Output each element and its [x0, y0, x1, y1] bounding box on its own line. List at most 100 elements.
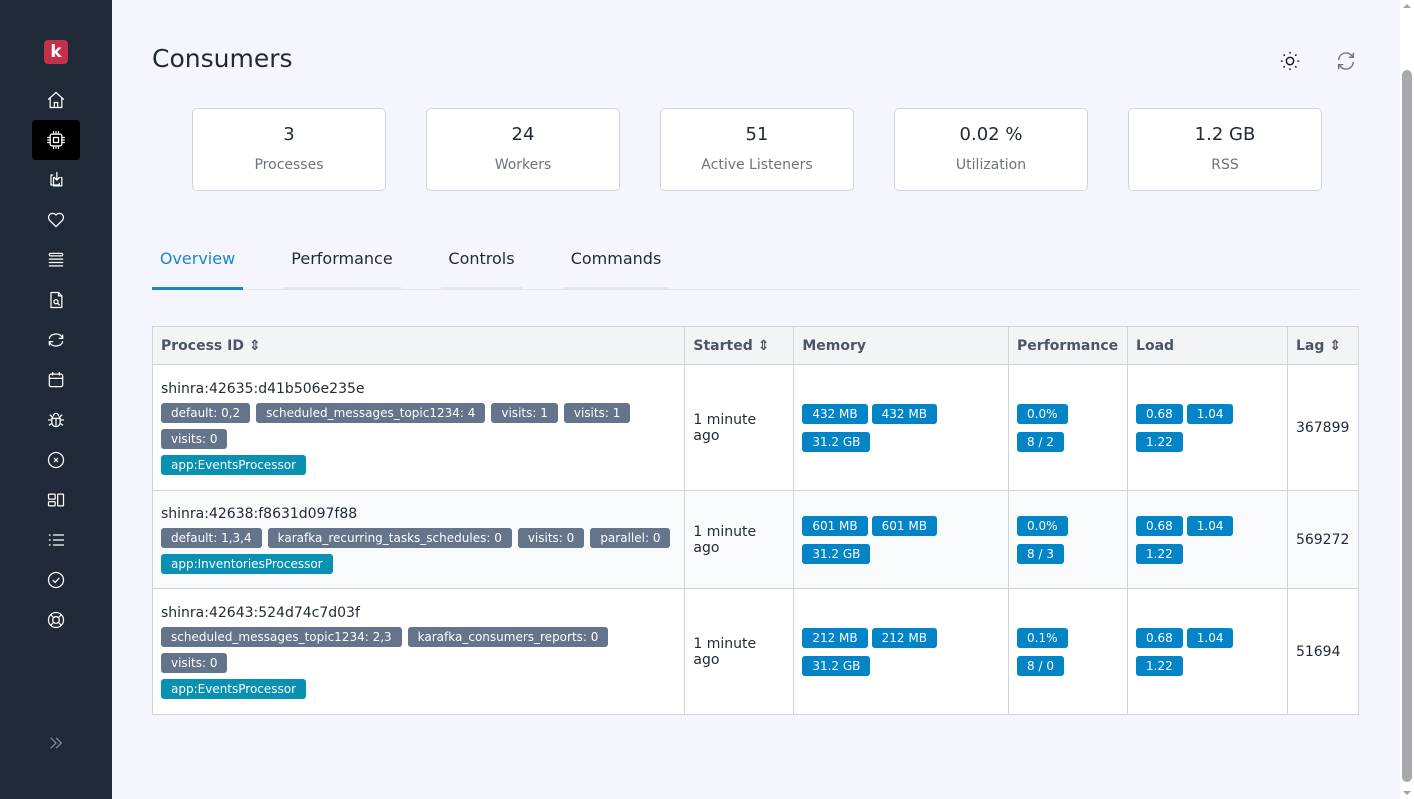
- subscription-badge: parallel: 0: [590, 527, 671, 548]
- processes-table: Process ID ⇕ Started ⇕ Memory Performanc…: [151, 326, 1360, 715]
- expand-sidebar-button[interactable]: [44, 731, 68, 755]
- subscription-badge: visits: 0: [161, 428, 228, 449]
- header-actions: [1277, 48, 1359, 74]
- sidebar-item-jobs[interactable]: [32, 160, 80, 200]
- sidebar-item-support[interactable]: [32, 600, 80, 640]
- tab-overview[interactable]: Overview: [152, 240, 243, 290]
- started-cell: 1 minute ago: [684, 364, 795, 491]
- table-row: shinra:42635:d41b506e235e default: 0,2 s…: [151, 364, 1360, 491]
- process-id-link[interactable]: shinra:42643:524d74c7d03f: [161, 605, 676, 621]
- sidebar-item-cluster[interactable]: [32, 480, 80, 520]
- column-header-load: Load: [1127, 326, 1288, 365]
- stat-value: 0.02 %: [959, 124, 1023, 145]
- memory-badge: 432 MB: [871, 403, 937, 424]
- theme-toggle-button[interactable]: [1277, 48, 1303, 74]
- stat-label: Workers: [494, 157, 552, 173]
- heart-icon: [47, 212, 65, 228]
- subscription-badge: visits: 1: [491, 402, 558, 423]
- subscription-badge: visits: 1: [563, 402, 631, 423]
- column-header-memory: Memory: [793, 326, 1010, 365]
- load-badge: 1.04: [1186, 515, 1234, 536]
- lag-cell: 569272: [1286, 490, 1360, 589]
- utilization-badge: 0.0%: [1017, 403, 1068, 424]
- karafka-logo[interactable]: k: [44, 40, 68, 64]
- threads-badge: 8 / 3: [1017, 543, 1064, 564]
- sidebar-item-scheduled-messages[interactable]: [32, 360, 80, 400]
- subscription-badge: scheduled_messages_topic1234: 2,3: [161, 626, 402, 647]
- stats-row: 3 Processes 24 Workers 51 Active Listene…: [192, 108, 1322, 191]
- subscription-badge: default: 0,2: [161, 402, 251, 423]
- column-header-performance: Performance: [1008, 326, 1129, 365]
- process-id-link[interactable]: shinra:42635:d41b506e235e: [161, 381, 676, 397]
- sidebar-item-consumers[interactable]: [32, 120, 80, 160]
- process-cell: shinra:42643:524d74c7d03f scheduled_mess…: [151, 588, 686, 715]
- subscriptions: default: 1,3,4 karafka_recurring_tasks_s…: [161, 527, 676, 548]
- stat-value: 51: [745, 124, 769, 145]
- tab-commands[interactable]: Commands: [563, 240, 669, 290]
- refresh-icon: [1337, 52, 1355, 70]
- memory-badge: 212 MB: [871, 627, 937, 648]
- process-id-link[interactable]: shinra:42638:f8631d097f88: [161, 506, 676, 522]
- tag-badge: app:InventoriesProcessor: [161, 553, 333, 574]
- process-cell: shinra:42638:f8631d097f88 default: 1,3,4…: [151, 490, 686, 589]
- scrollbar[interactable]: [1400, 0, 1414, 799]
- stat-active-listeners: 51 Active Listeners: [660, 108, 854, 191]
- chevrons-right-icon: [50, 737, 63, 749]
- stat-label: Utilization: [955, 157, 1027, 173]
- load-badge: 1.22: [1136, 431, 1183, 452]
- memory-badge: 601 MB: [802, 515, 868, 536]
- sidebar-item-explorer[interactable]: [32, 280, 80, 320]
- subscription-badge: default: 1,3,4: [161, 527, 262, 548]
- tab-performance[interactable]: Performance: [283, 240, 401, 290]
- cpu-icon: [47, 131, 65, 149]
- sidebar-item-routing[interactable]: [32, 520, 80, 560]
- stat-processes: 3 Processes: [192, 108, 386, 191]
- subscriptions: default: 0,2 scheduled_messages_topic123…: [161, 402, 676, 449]
- sidebar-item-dlq[interactable]: [32, 440, 80, 480]
- column-header-started[interactable]: Started ⇕: [684, 326, 795, 365]
- load-badge: 1.04: [1186, 403, 1234, 424]
- sidebar-item-status[interactable]: [32, 560, 80, 600]
- stat-value: 1.2 GB: [1194, 124, 1256, 145]
- subscription-badge: visits: 0: [517, 527, 585, 548]
- sidebar-item-recurring-tasks[interactable]: [32, 320, 80, 360]
- stat-rss: 1.2 GB RSS: [1128, 108, 1322, 191]
- column-header-lag[interactable]: Lag ⇕: [1286, 326, 1360, 365]
- download-box-icon: [50, 171, 63, 187]
- process-cell: shinra:42635:d41b506e235e default: 0,2 s…: [151, 364, 686, 491]
- subscription-badge: karafka_recurring_tasks_schedules: 0: [267, 527, 512, 548]
- memory-badge: 31.2 GB: [802, 655, 871, 676]
- stat-label: RSS: [1211, 157, 1239, 173]
- stat-value: 3: [283, 124, 295, 145]
- stat-workers: 24 Workers: [426, 108, 620, 191]
- memory-cell: 432 MB 432 MB 31.2 GB: [793, 364, 1010, 491]
- refresh-button[interactable]: [1333, 48, 1359, 74]
- column-header-process-id[interactable]: Process ID ⇕: [151, 326, 686, 365]
- sidebar: k: [0, 0, 112, 799]
- memory-badge: 31.2 GB: [802, 543, 871, 564]
- scrollbar-thumb[interactable]: [1402, 70, 1412, 782]
- tag-badge: app:EventsProcessor: [161, 678, 307, 699]
- memory-badge: 601 MB: [871, 515, 937, 536]
- sidebar-item-errors[interactable]: [32, 400, 80, 440]
- load-cell: 0.68 1.04 1.22: [1127, 364, 1288, 491]
- memory-cell: 601 MB 601 MB 31.2 GB: [793, 490, 1010, 589]
- lag-cell: 51694: [1286, 588, 1360, 715]
- sidebar-item-home[interactable]: [32, 80, 80, 120]
- performance-cell: 0.0% 8 / 2: [1008, 364, 1129, 491]
- stat-value: 24: [511, 124, 535, 145]
- tab-controls[interactable]: Controls: [441, 240, 522, 290]
- subscription-badge: scheduled_messages_topic1234: 4: [256, 402, 486, 423]
- subscription-badge: visits: 0: [161, 652, 228, 673]
- memory-cell: 212 MB 212 MB 31.2 GB: [793, 588, 1010, 715]
- load-badge: 1.04: [1186, 627, 1234, 648]
- performance-cell: 0.0% 8 / 3: [1008, 490, 1129, 589]
- scroll-up-arrow[interactable]: [1403, 4, 1411, 8]
- table-header-row: Process ID ⇕ Started ⇕ Memory Performanc…: [151, 326, 1360, 365]
- sidebar-item-topics[interactable]: [32, 240, 80, 280]
- sidebar-item-health[interactable]: [32, 200, 80, 240]
- memory-badge: 31.2 GB: [802, 431, 871, 452]
- stack-icon: [48, 252, 64, 267]
- scroll-down-arrow[interactable]: [1403, 791, 1411, 795]
- page-title: Consumers: [152, 44, 293, 73]
